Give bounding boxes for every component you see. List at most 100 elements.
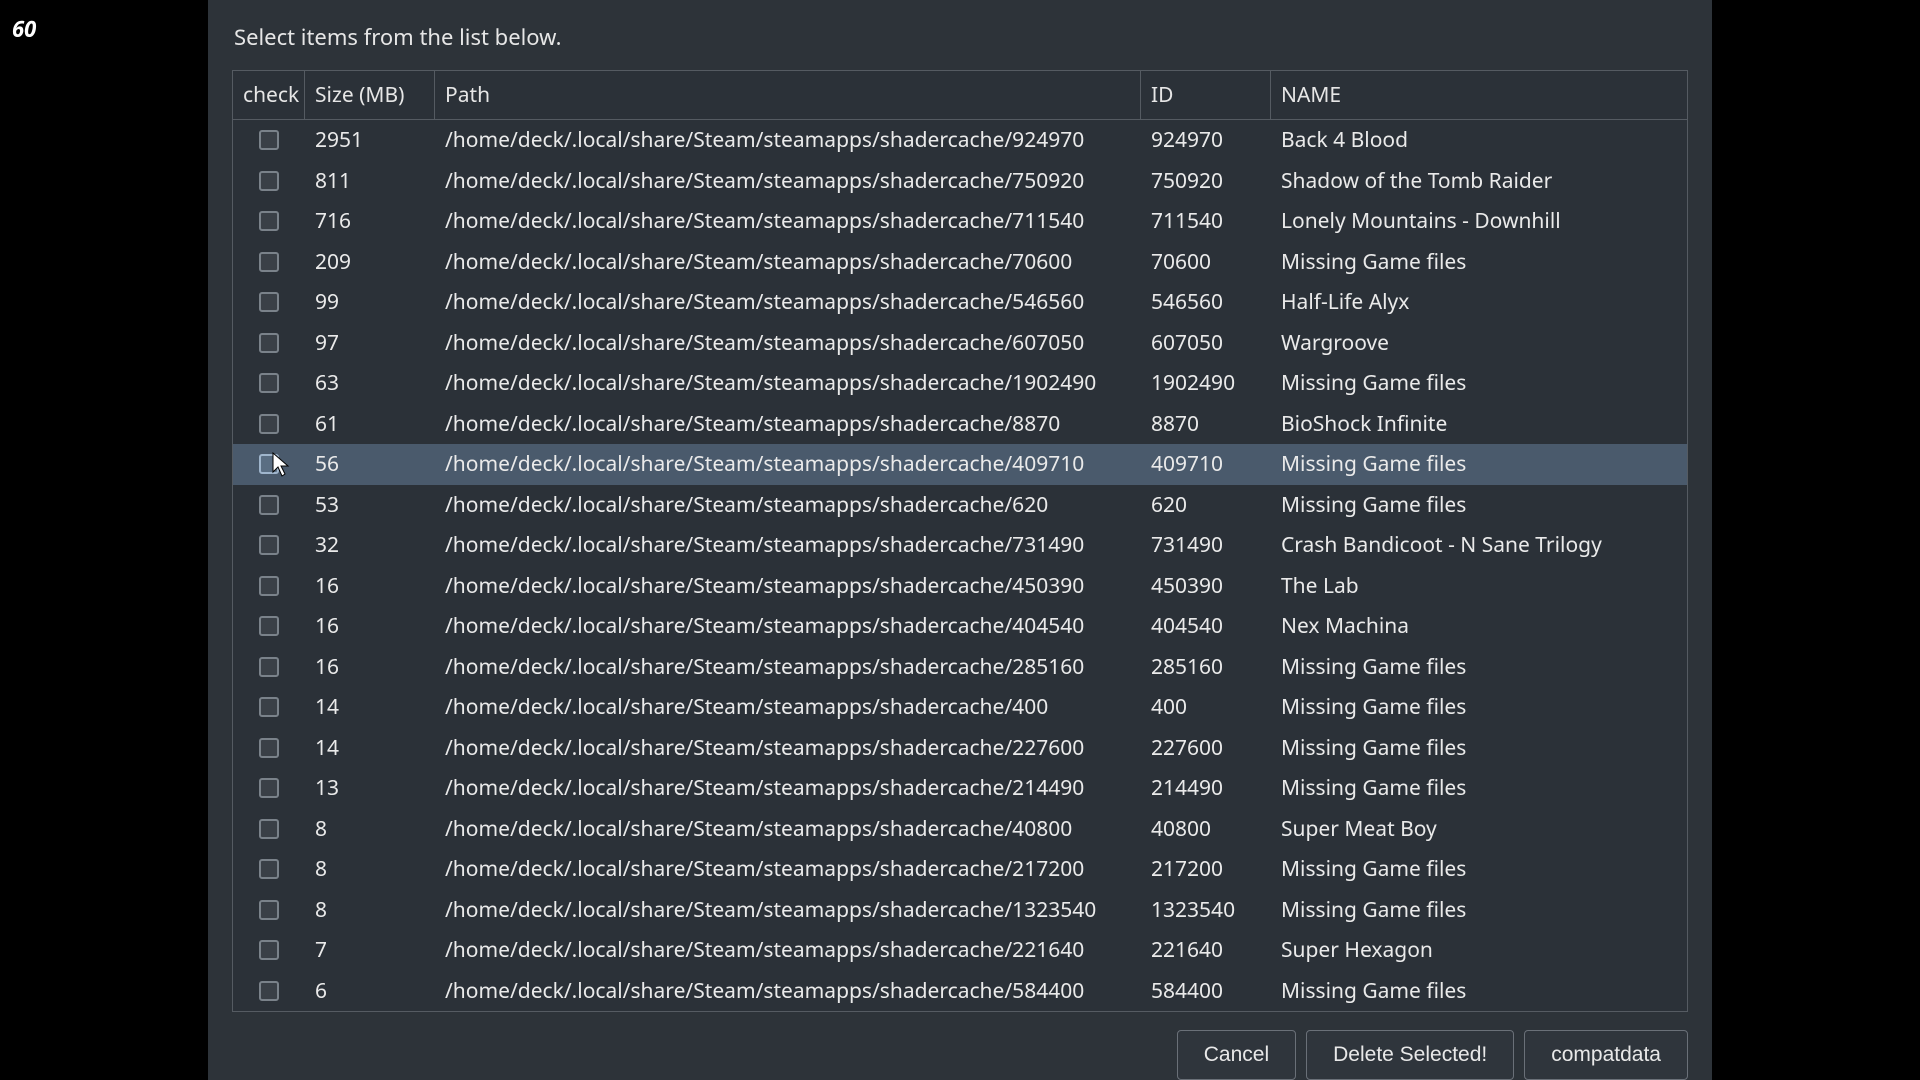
row-size: 14 [305,693,435,721]
row-id: 404540 [1141,612,1271,640]
row-name: Half-Life Alyx [1271,288,1687,316]
row-id: 1323540 [1141,896,1271,924]
row-size: 16 [305,653,435,681]
row-checkbox-cell [233,535,305,555]
row-checkbox-cell [233,819,305,839]
row-path: /home/deck/.local/share/Steam/steamapps/… [435,977,1141,1005]
checkbox[interactable] [259,171,279,191]
checkbox[interactable] [259,576,279,596]
table-row[interactable]: 8/home/deck/.local/share/Steam/steamapps… [233,849,1687,890]
row-id: 607050 [1141,329,1271,357]
table-row[interactable]: 53/home/deck/.local/share/Steam/steamapp… [233,485,1687,526]
column-header-check[interactable]: check [233,71,305,119]
checkbox[interactable] [259,900,279,920]
checkbox[interactable] [259,535,279,555]
table-row[interactable]: 2951/home/deck/.local/share/Steam/steama… [233,120,1687,161]
column-header-name[interactable]: NAME [1271,71,1687,119]
checkbox[interactable] [259,414,279,434]
row-size: 13 [305,774,435,802]
column-header-id[interactable]: ID [1141,71,1271,119]
table-row[interactable]: 8/home/deck/.local/share/Steam/steamapps… [233,890,1687,931]
table-body: 2951/home/deck/.local/share/Steam/steama… [233,120,1687,1011]
row-checkbox-cell [233,495,305,515]
table-row[interactable]: 99/home/deck/.local/share/Steam/steamapp… [233,282,1687,323]
row-name: Lonely Mountains - Downhill [1271,207,1687,235]
row-name: Missing Game files [1271,774,1687,802]
row-id: 620 [1141,491,1271,519]
table-row[interactable]: 8/home/deck/.local/share/Steam/steamapps… [233,809,1687,850]
row-checkbox-cell [233,859,305,879]
row-id: 450390 [1141,572,1271,600]
row-size: 716 [305,207,435,235]
checkbox[interactable] [259,981,279,1001]
table-row[interactable]: 6/home/deck/.local/share/Steam/steamapps… [233,971,1687,1012]
table-row[interactable]: 63/home/deck/.local/share/Steam/steamapp… [233,363,1687,404]
row-size: 811 [305,167,435,195]
row-id: 8870 [1141,410,1271,438]
row-name: Nex Machina [1271,612,1687,640]
checkbox[interactable] [259,657,279,677]
table-row[interactable]: 14/home/deck/.local/share/Steam/steamapp… [233,687,1687,728]
row-name: Shadow of the Tomb Raider [1271,167,1687,195]
row-path: /home/deck/.local/share/Steam/steamapps/… [435,734,1141,762]
table-row[interactable]: 7/home/deck/.local/share/Steam/steamapps… [233,930,1687,971]
checkbox[interactable] [259,130,279,150]
checkbox[interactable] [259,454,279,474]
table-row[interactable]: 61/home/deck/.local/share/Steam/steamapp… [233,404,1687,445]
dialog: Select items from the list below. check … [208,0,1712,1080]
table-row[interactable]: 16/home/deck/.local/share/Steam/steamapp… [233,606,1687,647]
checkbox[interactable] [259,211,279,231]
row-size: 8 [305,855,435,883]
checkbox[interactable] [259,373,279,393]
table-row[interactable]: 716/home/deck/.local/share/Steam/steamap… [233,201,1687,242]
row-path: /home/deck/.local/share/Steam/steamapps/… [435,248,1141,276]
table-row[interactable]: 32/home/deck/.local/share/Steam/steamapp… [233,525,1687,566]
delete-button[interactable]: Delete Selected! [1306,1030,1514,1080]
table-row[interactable]: 16/home/deck/.local/share/Steam/steamapp… [233,566,1687,607]
row-id: 1902490 [1141,369,1271,397]
checkbox[interactable] [259,697,279,717]
row-name: Missing Game files [1271,653,1687,681]
checkbox[interactable] [259,738,279,758]
table-row[interactable]: 56/home/deck/.local/share/Steam/steamapp… [233,444,1687,485]
row-size: 63 [305,369,435,397]
row-path: /home/deck/.local/share/Steam/steamapps/… [435,329,1141,357]
table-row[interactable]: 811/home/deck/.local/share/Steam/steamap… [233,161,1687,202]
checkbox[interactable] [259,819,279,839]
row-path: /home/deck/.local/share/Steam/steamapps/… [435,167,1141,195]
table-row[interactable]: 97/home/deck/.local/share/Steam/steamapp… [233,323,1687,364]
row-id: 227600 [1141,734,1271,762]
row-name: BioShock Infinite [1271,410,1687,438]
compatdata-button[interactable]: compatdata [1524,1030,1688,1080]
column-header-size[interactable]: Size (MB) [305,71,435,119]
checkbox[interactable] [259,495,279,515]
checkbox[interactable] [259,616,279,636]
checkbox[interactable] [259,333,279,353]
cancel-button[interactable]: Cancel [1177,1030,1296,1080]
checkbox[interactable] [259,859,279,879]
row-path: /home/deck/.local/share/Steam/steamapps/… [435,774,1141,802]
table-row[interactable]: 16/home/deck/.local/share/Steam/steamapp… [233,647,1687,688]
table-row[interactable]: 13/home/deck/.local/share/Steam/steamapp… [233,768,1687,809]
row-path: /home/deck/.local/share/Steam/steamapps/… [435,572,1141,600]
button-bar: Cancel Delete Selected! compatdata [232,1030,1688,1080]
row-size: 16 [305,572,435,600]
row-path: /home/deck/.local/share/Steam/steamapps/… [435,369,1141,397]
row-name: Missing Game files [1271,693,1687,721]
table-row[interactable]: 209/home/deck/.local/share/Steam/steamap… [233,242,1687,283]
row-size: 32 [305,531,435,559]
row-checkbox-cell [233,130,305,150]
row-size: 56 [305,450,435,478]
checkbox[interactable] [259,778,279,798]
checkbox[interactable] [259,292,279,312]
row-path: /home/deck/.local/share/Steam/steamapps/… [435,815,1141,843]
row-checkbox-cell [233,657,305,677]
checkbox[interactable] [259,940,279,960]
row-id: 546560 [1141,288,1271,316]
row-name: Missing Game files [1271,977,1687,1005]
table-row[interactable]: 14/home/deck/.local/share/Steam/steamapp… [233,728,1687,769]
row-checkbox-cell [233,414,305,434]
checkbox[interactable] [259,252,279,272]
column-header-path[interactable]: Path [435,71,1141,119]
row-checkbox-cell [233,738,305,758]
